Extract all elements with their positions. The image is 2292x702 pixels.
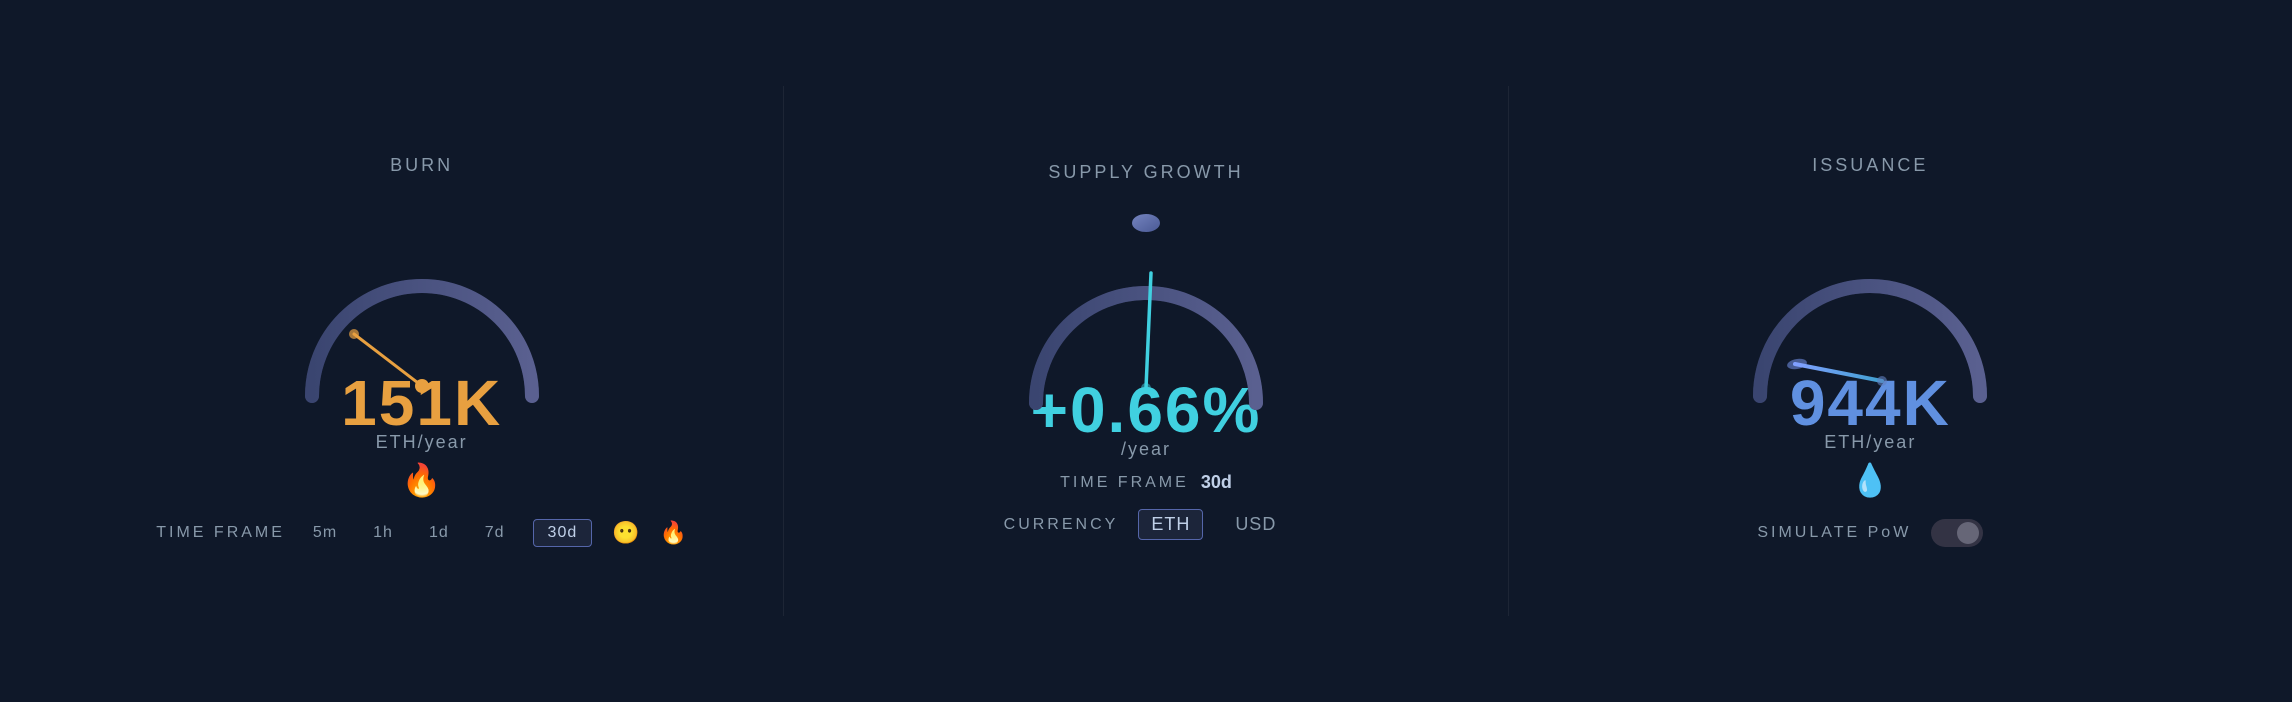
time-btn-30d[interactable]: 30d (533, 519, 593, 547)
currency-eth-btn[interactable]: ETH (1138, 509, 1203, 540)
simulate-controls: SIMULATE PoW (1757, 519, 1983, 547)
supply-gauge-svg (1006, 193, 1286, 433)
emoji-fire-btn[interactable]: 🔥 (660, 520, 687, 546)
currency-label: CURRENCY (1004, 516, 1119, 534)
time-btn-1d[interactable]: 1d (421, 520, 457, 546)
burn-title: BURN (390, 155, 453, 176)
toggle-knob (1957, 522, 1979, 544)
timeframe-label: TIME FRAME (156, 524, 285, 542)
simulate-toggle[interactable] (1931, 519, 1983, 547)
time-btn-7d[interactable]: 7d (477, 520, 513, 546)
emoji-ghost-btn[interactable]: 😶 (612, 520, 639, 546)
time-btn-1h[interactable]: 1h (365, 520, 401, 546)
burn-controls: TIME FRAME 5m 1h 1d 7d 30d 😶 🔥 (156, 519, 687, 547)
burn-icon: 🔥 (341, 461, 502, 499)
time-btn-5m[interactable]: 5m (305, 520, 345, 546)
burn-panel: BURN (60, 20, 783, 682)
simulate-label: SIMULATE PoW (1757, 524, 1911, 542)
issuance-gauge-svg (1730, 186, 2010, 426)
supply-growth-panel: SUPPLY GROWTH (784, 20, 1507, 682)
currency-controls: CURRENCY ETH USD (1004, 509, 1289, 540)
supply-timeframe-row: TIME FRAME 30d (1060, 472, 1232, 493)
burn-gauge-svg (282, 186, 562, 426)
currency-usd-btn[interactable]: USD (1223, 510, 1288, 539)
issuance-panel: ISSUANCE (1509, 20, 2232, 682)
supply-timeframe-label: TIME FRAME (1060, 474, 1189, 492)
dashboard: BURN (0, 0, 2292, 702)
issuance-title: ISSUANCE (1812, 155, 1928, 176)
supply-gauge (1006, 193, 1286, 433)
supply-timeframe-value: 30d (1201, 472, 1232, 493)
burn-gauge (282, 186, 562, 426)
issuance-icon: 💧 (1790, 461, 1951, 499)
supply-title: SUPPLY GROWTH (1048, 162, 1243, 183)
issuance-gauge (1730, 186, 2010, 426)
